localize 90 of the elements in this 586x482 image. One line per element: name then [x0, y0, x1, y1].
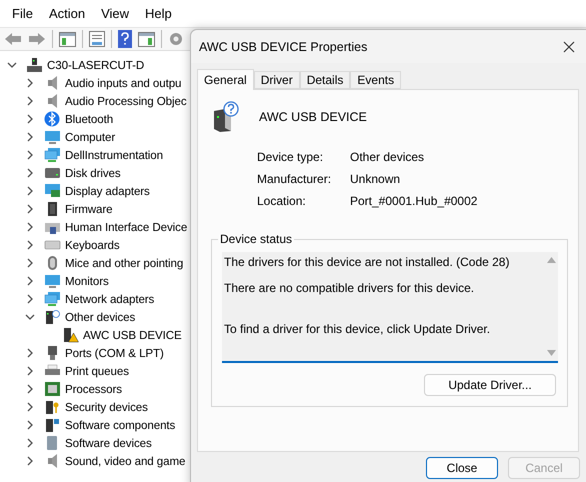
- unknown-device-icon: [44, 309, 61, 325]
- tree-item[interactable]: Software components: [0, 416, 190, 434]
- menu-item[interactable]: Action: [40, 6, 94, 21]
- tree-item-label: DellInstrumentation: [65, 148, 163, 162]
- tree-item-label: Monitors: [65, 274, 109, 288]
- tree-item[interactable]: Security devices: [0, 398, 190, 416]
- tree-item-label: Other devices: [65, 310, 136, 324]
- drive-icon: [44, 165, 61, 181]
- tree-item[interactable]: Computer: [0, 128, 190, 146]
- tree-item[interactable]: Ports (COM & LPT): [0, 344, 190, 362]
- bluetooth-icon: [44, 111, 61, 127]
- tree-item-label: Software components: [65, 418, 176, 432]
- property-label: Device type:: [257, 150, 324, 165]
- property-value: Port_#0001.Hub_#0002: [350, 194, 478, 209]
- tree-item[interactable]: Audio Processing Objec: [0, 92, 190, 110]
- status-text: To find a driver for this device, click Update Driver.: [224, 322, 492, 337]
- tree-item[interactable]: Print queues: [0, 362, 190, 380]
- tree-item[interactable]: Monitors: [0, 272, 190, 290]
- properties-icon[interactable]: [89, 31, 105, 47]
- tree-item-label: Ports (COM & LPT): [65, 346, 164, 360]
- status-text: The drivers for this device are not installed. (Code 28): [224, 255, 510, 270]
- tree-item-label: Audio inputs and outpu: [65, 76, 182, 90]
- computer-icon: [26, 57, 43, 73]
- console-tree-icon[interactable]: [59, 32, 76, 46]
- tree-item[interactable]: Sound, video and game: [0, 452, 190, 470]
- tree-item[interactable]: Processors: [0, 380, 190, 398]
- tree-item-label: Human Interface Device: [65, 220, 188, 234]
- tree-item[interactable]: Firmware: [0, 200, 190, 218]
- monitor-icon: [44, 273, 61, 289]
- action-pane-icon[interactable]: [138, 32, 155, 46]
- device-name: AWC USB DEVICE: [259, 110, 367, 124]
- key-icon: [44, 399, 61, 415]
- help-icon[interactable]: [118, 30, 132, 48]
- tab[interactable]: General: [197, 69, 254, 90]
- menu-item[interactable]: View: [93, 6, 138, 21]
- tree-item[interactable]: Keyboards: [0, 236, 190, 254]
- tree-item-label: AWC USB DEVICE: [83, 328, 182, 342]
- tree-item-label: C30-LASERCUT-D: [47, 58, 144, 72]
- tree-item[interactable]: Human Interface Device: [0, 218, 190, 236]
- tree-item-label: Sound, video and game: [65, 454, 186, 468]
- property-label: Manufacturer:: [257, 172, 332, 187]
- tree-item[interactable]: Disk drives: [0, 164, 190, 182]
- tree-item-label: Mice and other pointing: [65, 256, 184, 270]
- property-value: Other devices: [350, 150, 426, 165]
- tree-item[interactable]: Audio inputs and outpu: [0, 74, 190, 92]
- tree-item[interactable]: Mice and other pointing: [0, 254, 190, 272]
- tree-item[interactable]: Other devices: [0, 308, 190, 326]
- tree-item-label: Processors: [65, 382, 122, 396]
- dialog-button[interactable]: Close: [426, 457, 498, 479]
- group-label: Device status: [218, 232, 294, 246]
- menu-item[interactable]: File: [4, 6, 41, 21]
- tree-item-label: Keyboards: [65, 238, 120, 252]
- window-title: AWC USB DEVICE Properties: [199, 40, 368, 54]
- tree-item[interactable]: AWC USB DEVICE: [0, 326, 190, 344]
- tree-item-label: Disk drives: [65, 166, 121, 180]
- tree-item[interactable]: Display adapters: [0, 182, 190, 200]
- warning-device-icon: [62, 327, 79, 343]
- network-icon: [44, 291, 61, 307]
- tree-item-label: Firmware: [65, 202, 113, 216]
- tree-item-label: Software devices: [65, 436, 152, 450]
- tree-item-label: Display adapters: [65, 184, 150, 198]
- processor-icon: [44, 381, 61, 397]
- status-text: There are no compatible drivers for this device.: [224, 281, 476, 296]
- menu-item[interactable]: Help: [137, 6, 180, 21]
- tree-item[interactable]: Bluetooth: [0, 110, 190, 128]
- monitor-icon: [44, 129, 61, 145]
- back-arrow-icon[interactable]: [4, 32, 22, 46]
- tree-item[interactable]: Software devices: [0, 434, 190, 452]
- tab[interactable]: Driver: [254, 71, 300, 89]
- tree-item-label: Bluetooth: [65, 112, 114, 126]
- property-label: Location:: [257, 194, 307, 209]
- gear-icon[interactable]: [168, 31, 184, 47]
- tree-item-label: Network adapters: [65, 292, 154, 306]
- tab[interactable]: Details: [300, 71, 350, 89]
- close-icon[interactable]: [563, 40, 575, 52]
- tree-item-label: Print queues: [65, 364, 129, 378]
- tab[interactable]: Events: [350, 71, 402, 89]
- update-driver-button[interactable]: Update Driver...: [424, 374, 556, 396]
- unknown-device-icon: [211, 101, 239, 133]
- tree-item-label: Security devices: [65, 400, 148, 414]
- property-value: Unknown: [350, 172, 402, 187]
- device-icon: [44, 417, 61, 433]
- network-icon: [44, 147, 61, 163]
- forward-arrow-icon[interactable]: [28, 32, 46, 46]
- tree-item-label: Audio Processing Objec: [65, 94, 187, 108]
- tree-item[interactable]: Network adapters: [0, 290, 190, 308]
- tree-item-label: Computer: [65, 130, 116, 144]
- display-card-icon: [44, 183, 61, 199]
- tree-item[interactable]: C30-LASERCUT-D: [0, 56, 190, 74]
- tree-item[interactable]: DellInstrumentation: [0, 146, 190, 164]
